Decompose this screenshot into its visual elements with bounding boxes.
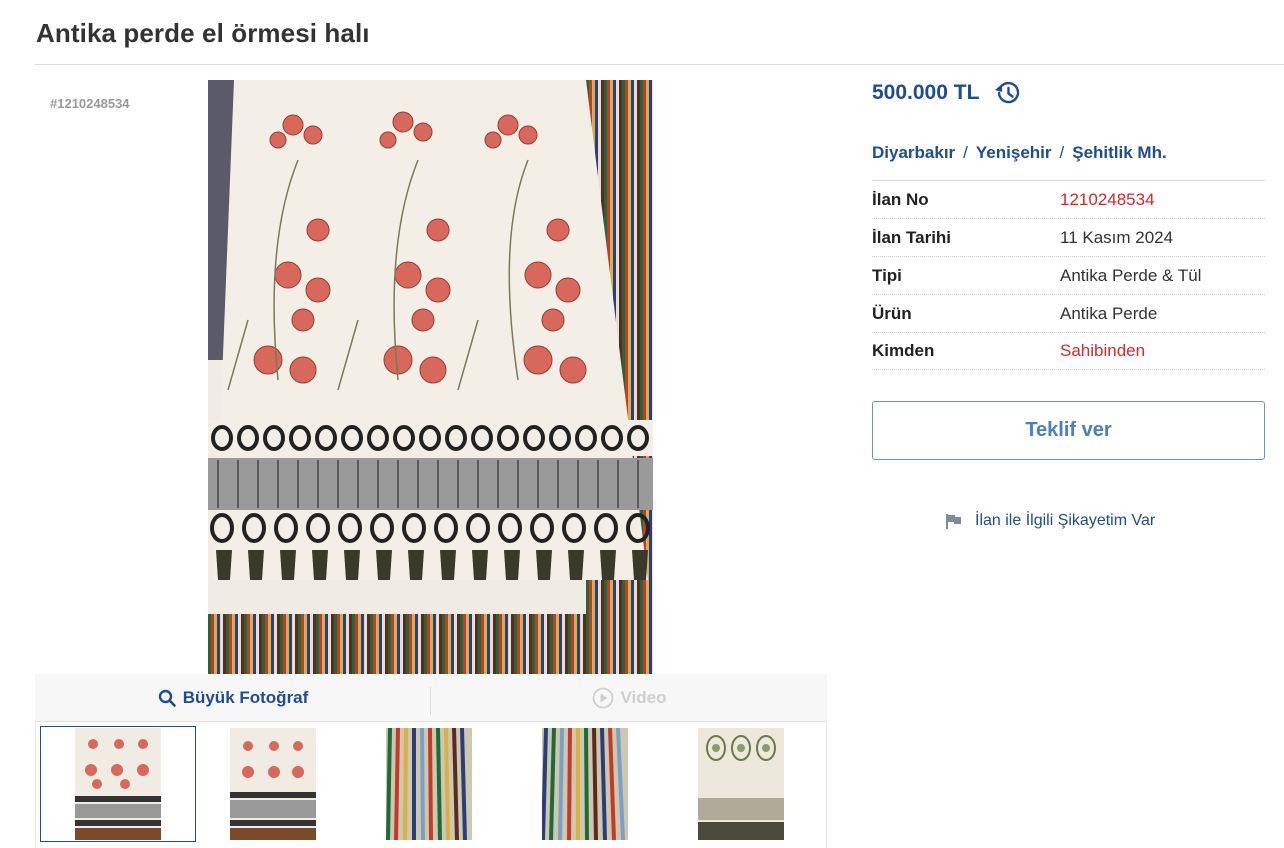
make-offer-button[interactable]: Teklif ver [872,401,1265,460]
complaint-link[interactable]: İlan ile İlgili Şikayetim Var [945,512,1155,530]
video-tab[interactable]: Video [431,687,827,709]
search-icon [158,689,176,707]
photo-tabs: Büyük Fotoğraf Video [35,674,827,722]
info-label: İlan No [872,189,929,209]
info-row-listing-no: İlan No 1210248534 [872,180,1265,218]
info-label: Tipi [872,265,902,285]
thumbnail-1[interactable] [40,726,196,842]
info-label: Ürün [872,303,912,323]
photo-id: #1210248534 [50,96,130,111]
flag-icon [946,513,961,529]
listing-title: Antika perde el örmesi halı [36,18,370,48]
listing-info-table: İlan No 1210248534 İlan Tarihi 11 Kasım … [872,180,1265,370]
info-label: Kimden [872,341,935,360]
thumbnail-image [75,728,161,840]
thumbnail-5[interactable] [663,726,819,842]
history-icon[interactable] [993,80,1021,106]
big-photo-label: Büyük Fotoğraf [182,687,309,707]
info-label: İlan Tarihi [872,227,952,247]
location-separator: / [1059,143,1065,162]
product-value: Antika Perde [1060,303,1158,323]
play-icon [592,687,613,708]
thumbnail-image [386,728,472,840]
info-row-seller: Kimden Sahibinden [872,332,1265,370]
thumbnail-image [698,728,784,840]
type-value: Antika Perde & Tül [1060,265,1202,285]
info-row-listing-date: İlan Tarihi 11 Kasım 2024 [872,218,1265,256]
thumbnail-image [230,728,316,840]
price: 500.000 TL [872,81,980,104]
listing-date-value: 11 Kasım 2024 [1060,227,1174,247]
video-label: Video [620,687,667,707]
location-separator: / [963,143,968,162]
price-row: 500.000 TL [872,80,1021,106]
location-district[interactable]: Yenişehir [976,143,1052,163]
thumbnail-strip [35,722,827,848]
complaint-label: İlan ile İlgili Şikayetim Var [975,512,1156,529]
thumbnail-4[interactable] [507,726,663,842]
big-photo-tab[interactable]: Büyük Fotoğraf [35,688,431,708]
thumbnail-3[interactable] [351,726,507,842]
thumbnail-image [542,728,628,840]
main-photo[interactable] [208,80,653,674]
seller-value: Sahibinden [1060,341,1146,360]
tab-divider [430,687,431,715]
curtain-image [208,80,653,674]
listing-number-value: 1210248534 [1060,189,1155,209]
breadcrumb-location: Diyarbakır / Yenişehir / Şehitlik Mh. [872,143,1167,163]
location-city[interactable]: Diyarbakır [872,143,955,163]
info-row-product: Ürün Antika Perde [872,294,1265,332]
thumbnail-2[interactable] [195,726,351,842]
info-row-type: Tipi Antika Perde & Tül [872,256,1265,294]
location-neighborhood[interactable]: Şehitlik Mh. [1072,143,1166,163]
title-divider [35,64,1284,65]
